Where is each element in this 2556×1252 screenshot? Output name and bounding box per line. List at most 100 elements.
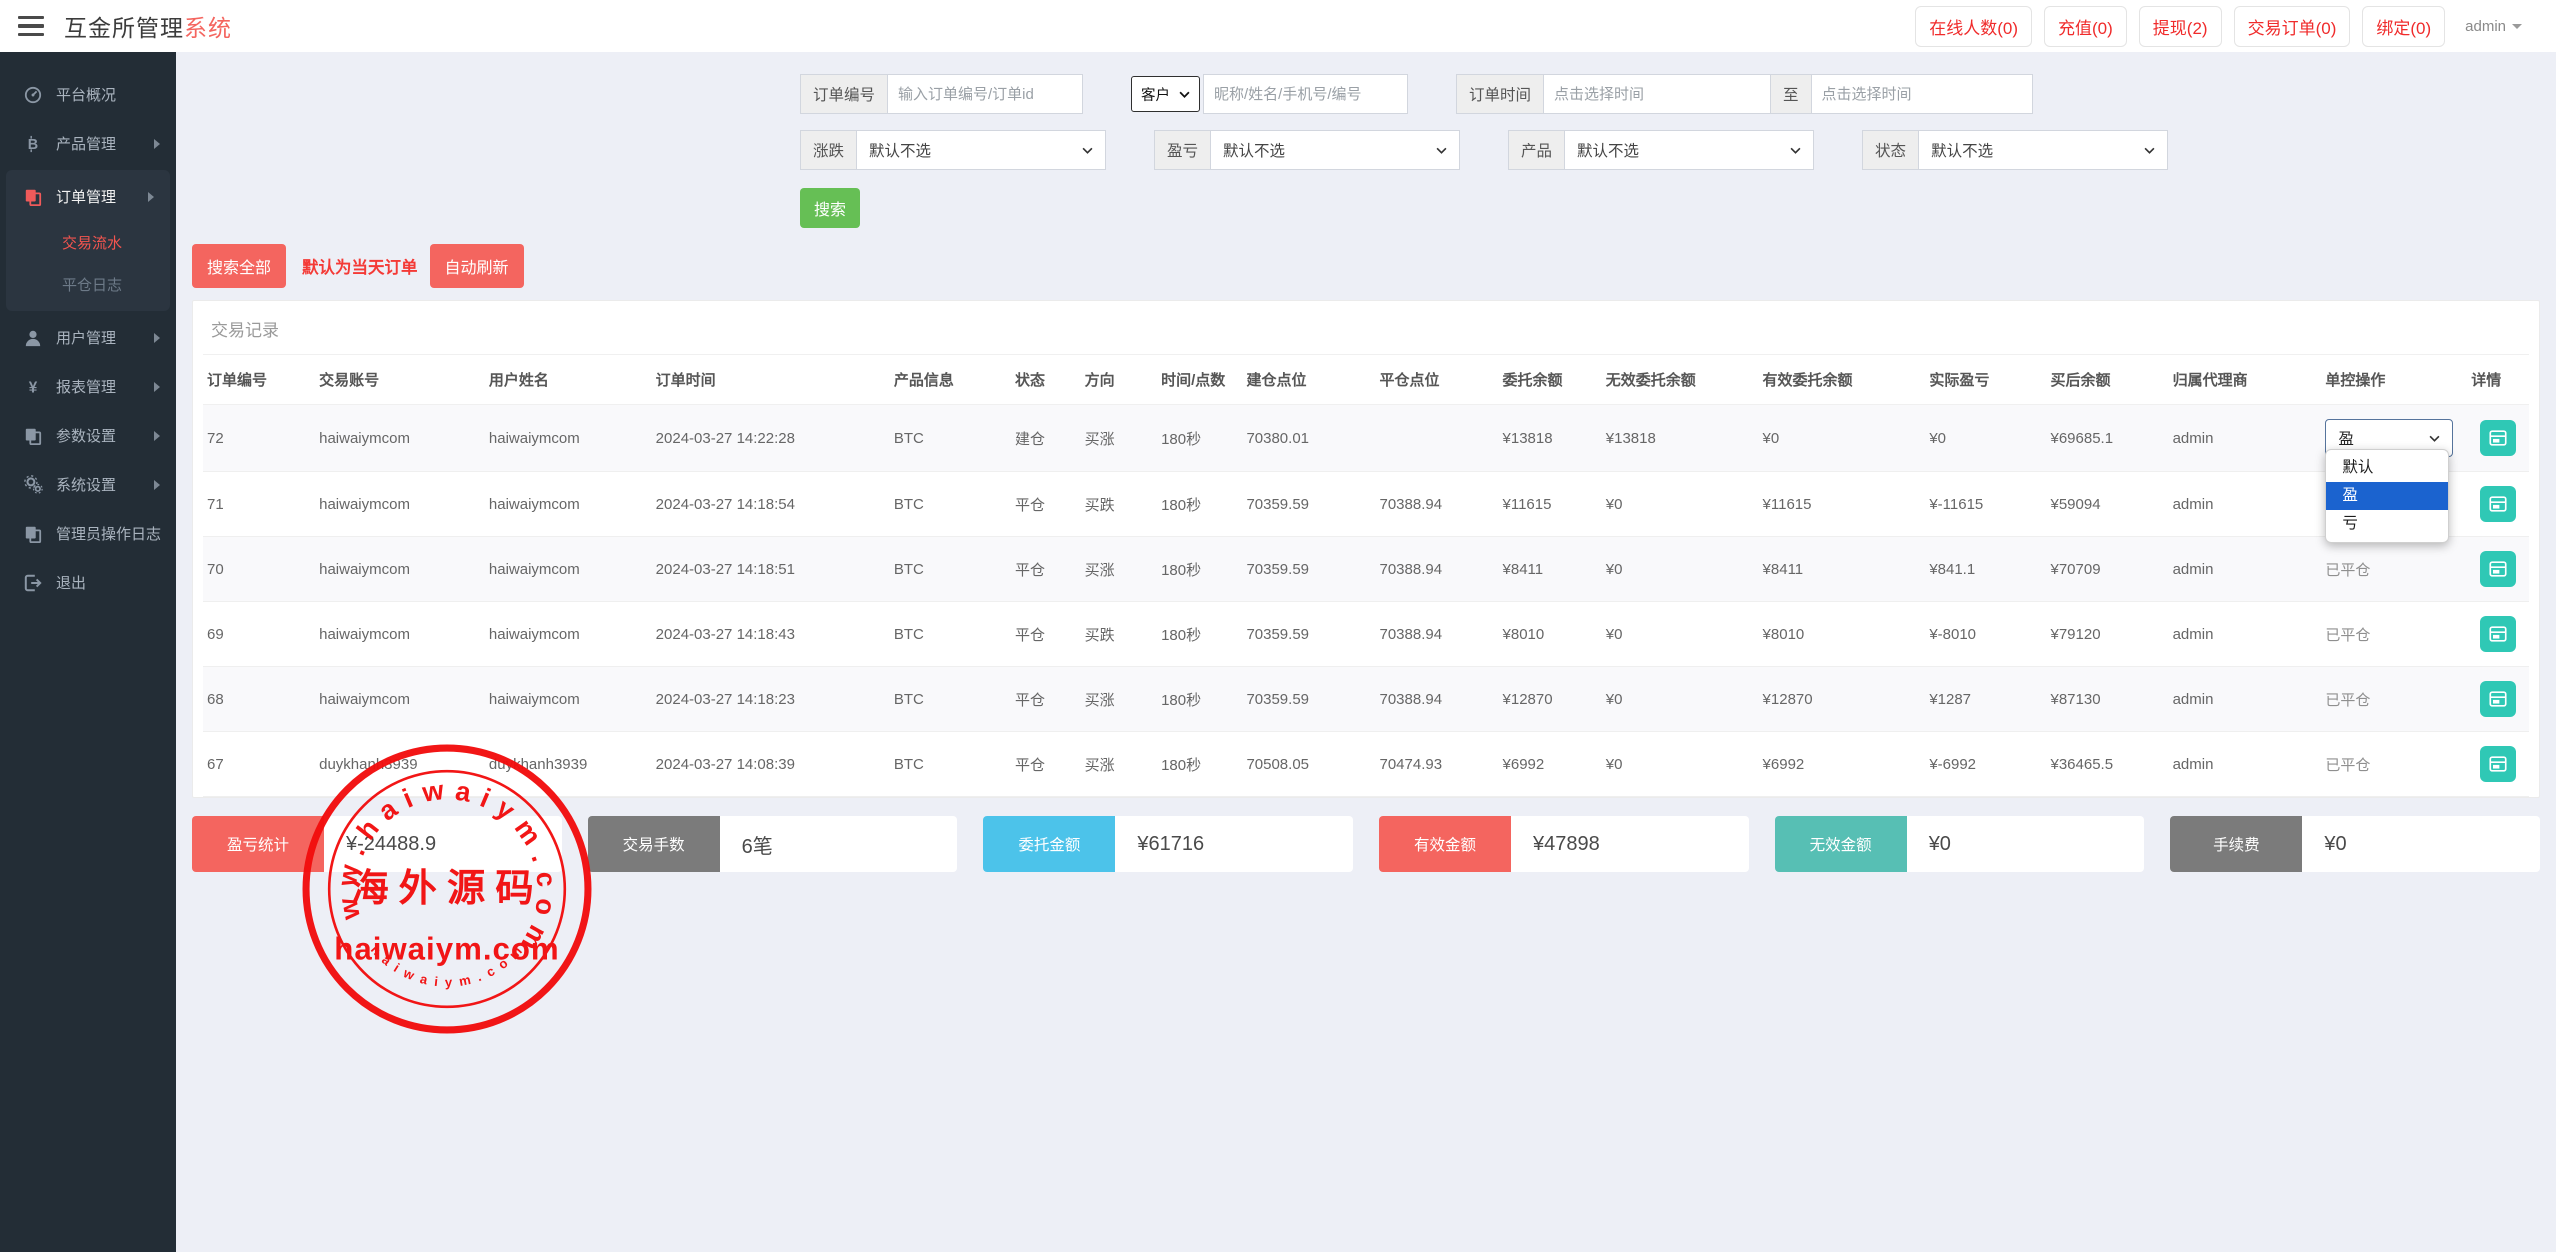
- dropdown-option-盈[interactable]: 盈: [2326, 482, 2448, 510]
- sidebar-subitem-平仓日志[interactable]: 平仓日志: [6, 263, 170, 305]
- cell-order-time: 2024-03-27 14:18:51: [652, 537, 890, 602]
- time-to-input[interactable]: [1811, 74, 2033, 114]
- sidebar-item-系统设置[interactable]: 系统设置: [0, 460, 176, 509]
- cell-detail: [2467, 732, 2529, 797]
- filter-select-0[interactable]: 默认不选: [856, 130, 1106, 170]
- dropdown-option-亏[interactable]: 亏: [2326, 510, 2448, 538]
- col-header-订单时间: 订单时间: [652, 355, 890, 405]
- chevron-down-icon: [2144, 147, 2155, 154]
- cell-actual-profit: ¥-8010: [1925, 602, 2046, 667]
- filter-select-value: 默认不选: [1931, 139, 1993, 161]
- hamburger-menu-icon[interactable]: [18, 16, 44, 36]
- cell-detail: [2467, 405, 2529, 472]
- filter-select-2[interactable]: 默认不选: [1564, 130, 1814, 170]
- detail-button[interactable]: [2480, 420, 2516, 456]
- logout-icon: [22, 574, 44, 592]
- cell-order-time: 2024-03-27 14:18:54: [652, 472, 890, 537]
- cell-after-balance: ¥59094: [2046, 472, 2168, 537]
- sidebar-item-label: 产品管理: [56, 133, 116, 154]
- search-all-button[interactable]: 搜索全部: [192, 244, 286, 288]
- chevron-down-icon: [2429, 435, 2440, 442]
- filter-label-1: 盈亏: [1154, 130, 1210, 170]
- stat-label: 盈亏统计: [192, 816, 324, 872]
- sidebar-subitem-交易流水[interactable]: 交易流水: [6, 221, 170, 263]
- cell-invalid-balance: ¥0: [1602, 732, 1759, 797]
- sidebar-item-报表管理[interactable]: ¥报表管理: [0, 362, 176, 411]
- dropdown-option-默认[interactable]: 默认: [2326, 454, 2448, 482]
- detail-button[interactable]: [2480, 551, 2516, 587]
- detail-button[interactable]: [2480, 486, 2516, 522]
- customer-type-select[interactable]: 客户: [1131, 76, 1200, 112]
- detail-button[interactable]: [2480, 681, 2516, 717]
- cell-control: 已平仓: [2321, 537, 2467, 602]
- summary-row: 盈亏统计¥-24488.9交易手数6笔委托金额¥61716有效金额¥47898无…: [192, 816, 2540, 872]
- col-header-归属代理商: 归属代理商: [2169, 355, 2322, 405]
- filter-select-3[interactable]: 默认不选: [1918, 130, 2168, 170]
- col-header-平仓点位: 平仓点位: [1375, 355, 1498, 405]
- customer-input[interactable]: [1203, 74, 1408, 114]
- filter-select-1[interactable]: 默认不选: [1210, 130, 1460, 170]
- control-dropdown-list: 默认盈亏: [2325, 449, 2449, 543]
- chevron-right-icon: [154, 431, 160, 441]
- sidebar-item-管理员操作日志[interactable]: 管理员操作日志: [0, 509, 176, 558]
- cell-detail: [2467, 537, 2529, 602]
- chevron-down-icon: [1790, 147, 1801, 154]
- trade-table: 订单编号交易账号用户姓名订单时间产品信息状态方向时间/点数建仓点位平仓点位委托余…: [203, 355, 2529, 797]
- top-nav-button-4[interactable]: 绑定(0): [2362, 6, 2445, 47]
- col-header-详情: 详情: [2467, 355, 2529, 405]
- filter-row-1: 订单编号 客户 订单时间 至: [800, 74, 2540, 114]
- table-row: 72haiwaiymcomhaiwaiymcom2024-03-27 14:22…: [203, 405, 2529, 472]
- search-button[interactable]: 搜索: [800, 188, 860, 228]
- cell-order-time: 2024-03-27 14:18:23: [652, 667, 890, 732]
- table-row: 71haiwaiymcomhaiwaiymcom2024-03-27 14:18…: [203, 472, 2529, 537]
- cell-valid-balance: ¥11615: [1759, 472, 1926, 537]
- main-content: 订单编号 客户 订单时间 至 涨跌默认不选盈亏默认不选产品默认不选状态默认不选 …: [176, 52, 2556, 1252]
- stat-交易手数: 交易手数6笔: [588, 816, 958, 872]
- auto-refresh-button[interactable]: 自动刷新: [430, 244, 524, 288]
- cell-direction: 买跌: [1081, 602, 1158, 667]
- time-label: 订单时间: [1456, 74, 1543, 114]
- top-nav-button-1[interactable]: 充值(0): [2044, 6, 2127, 47]
- cell-control: 盈默认盈亏: [2321, 405, 2467, 472]
- sidebar-item-用户管理[interactable]: 用户管理: [0, 313, 176, 362]
- detail-button[interactable]: [2480, 616, 2516, 652]
- admin-menu[interactable]: admin: [2457, 12, 2530, 41]
- sidebar-item-参数设置[interactable]: 参数设置: [0, 411, 176, 460]
- stat-label: 交易手数: [588, 816, 720, 872]
- cell-control: 已平仓: [2321, 732, 2467, 797]
- cell-order-id: 70: [203, 537, 315, 602]
- col-header-实际盈亏: 实际盈亏: [1925, 355, 2046, 405]
- stat-value: ¥0: [2302, 816, 2540, 872]
- today-note: 默认为当天订单: [302, 254, 418, 278]
- top-nav-button-3[interactable]: 交易订单(0): [2234, 6, 2351, 47]
- stat-label: 委托金额: [983, 816, 1115, 872]
- chevron-right-icon: [154, 480, 160, 490]
- top-nav-button-0[interactable]: 在线人数(0): [1915, 6, 2032, 47]
- filter-label-2: 产品: [1508, 130, 1564, 170]
- stat-盈亏统计: 盈亏统计¥-24488.9: [192, 816, 562, 872]
- detail-button[interactable]: [2480, 746, 2516, 782]
- sidebar-item-产品管理[interactable]: B产品管理: [0, 119, 176, 168]
- sidebar-item-平台概况[interactable]: 平台概况: [0, 70, 176, 119]
- cell-close-point: [1375, 405, 1498, 472]
- sidebar-item-label: 系统设置: [56, 474, 116, 495]
- params-file-icon: [22, 427, 44, 445]
- chevron-right-icon: [154, 139, 160, 149]
- cell-invalid-balance: ¥0: [1602, 667, 1759, 732]
- table-row: 70haiwaiymcomhaiwaiymcom2024-03-27 14:18…: [203, 537, 2529, 602]
- cell-open-point: 70359.59: [1242, 537, 1375, 602]
- sidebar-item-退出[interactable]: 退出: [0, 558, 176, 607]
- filter-select-value: 默认不选: [1223, 139, 1285, 161]
- table-row: 69haiwaiymcomhaiwaiymcom2024-03-27 14:18…: [203, 602, 2529, 667]
- sidebar-item-订单管理[interactable]: 订单管理: [6, 172, 170, 221]
- cell-duration: 180秒: [1157, 537, 1242, 602]
- order-no-input[interactable]: [887, 74, 1083, 114]
- time-from-input[interactable]: [1543, 74, 1771, 114]
- gears-icon: [22, 475, 44, 494]
- cell-product: BTC: [890, 537, 1011, 602]
- time-to-label: 至: [1771, 74, 1811, 114]
- top-nav-button-2[interactable]: 提现(2): [2139, 6, 2222, 47]
- control-closed-label: 已平仓: [2325, 757, 2370, 774]
- cell-open-point: 70380.01: [1242, 405, 1375, 472]
- cell-product: BTC: [890, 472, 1011, 537]
